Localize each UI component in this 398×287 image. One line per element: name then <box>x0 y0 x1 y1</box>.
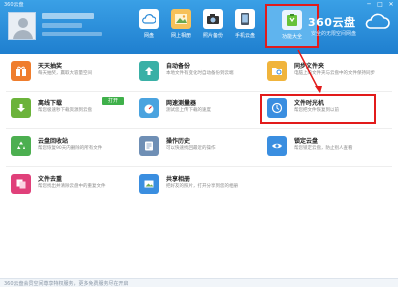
nav-label: 网上相册 <box>170 33 191 39</box>
brand-cloud-icon <box>365 13 390 29</box>
feature-card-offline-download[interactable]: 离线下载 帮您极速秒下载资源到云盘 打开 <box>6 95 134 131</box>
nav-label: 手机云盘 <box>234 33 255 39</box>
feature-card-speed-test[interactable]: 网速测量器 测试您上传下载的速度 <box>134 95 262 131</box>
nav-item-netdisk[interactable]: 网盘 <box>133 4 165 52</box>
history-icon <box>139 136 159 156</box>
card-desc: 帮您极速秒下载资源到云盘 <box>38 108 92 113</box>
card-title: 文件去重 <box>38 176 63 183</box>
user-extra-blurred <box>42 32 102 36</box>
card-title: 天天抽奖 <box>38 63 63 70</box>
card-title: 云盘回收站 <box>38 138 69 145</box>
card-desc: 本地文件有变化时自动备份到云端 <box>166 71 234 76</box>
top-nav: 网盘 网上相册 照片备份 手机云盘 功能大全 <box>133 4 319 52</box>
avatar[interactable] <box>8 12 36 40</box>
card-desc: 把好友的照片，打开分享到您的相册 <box>166 184 238 189</box>
username-blurred <box>42 13 94 19</box>
card-desc: 测试您上传下载的速度 <box>166 108 211 113</box>
feature-card-lottery[interactable]: 天天抽奖 每天抽奖，赢取大容量空间 <box>6 58 134 94</box>
card-title: 离线下载 <box>38 100 63 107</box>
speedometer-icon <box>139 98 159 118</box>
card-desc: 帮您锁定云盘，防止别人查看 <box>294 146 353 151</box>
card-title: 网速测量器 <box>166 100 197 107</box>
close-button[interactable]: ✕ <box>386 1 396 9</box>
maximize-button[interactable]: □ <box>375 1 385 9</box>
nav-label: 照片备份 <box>202 33 223 39</box>
feature-card-lock-disk[interactable]: 锁定云盘 帮您锁定云盘，防止别人查看 <box>262 133 390 169</box>
app-header: 360云盘 ─ □ ✕ 网盘 网上相册 照片备份 手机云盘 功能大全 360云盘… <box>0 0 398 54</box>
feature-card-auto-backup[interactable]: 自动备份 本地文件有变化时自动备份到云端 <box>134 58 262 94</box>
card-desc: 电脑上的文件夹与云盘中的文件保持同步 <box>294 71 375 76</box>
nav-item-photo-backup[interactable]: 照片备份 <box>197 4 229 52</box>
row-divider <box>6 91 392 92</box>
brand-name: 360云盘 <box>308 16 356 29</box>
upload-icon <box>139 61 159 81</box>
card-desc: 可以快速找回最近的操作 <box>166 146 216 151</box>
user-quota-blurred <box>42 23 82 28</box>
card-title: 锁定云盘 <box>294 138 319 145</box>
nav-item-mobile[interactable]: 手机云盘 <box>229 4 261 52</box>
card-title: 自动备份 <box>166 63 191 70</box>
card-title: 共享相册 <box>166 176 191 183</box>
feature-card-sync-folder[interactable]: 同步文件夹 电脑上的文件夹与云盘中的文件保持同步 <box>262 58 390 94</box>
minimize-button[interactable]: ─ <box>364 1 374 9</box>
brand-slogan: 安全的无限空间网盘 <box>311 31 357 37</box>
nav-label: 网盘 <box>143 33 154 39</box>
nav-item-album[interactable]: 网上相册 <box>165 4 197 52</box>
card-title: 同步文件夹 <box>294 63 325 70</box>
window-controls: ─ □ ✕ <box>364 1 396 9</box>
open-button[interactable]: 打开 <box>102 97 124 105</box>
status-text: 360云盘会员空间尊享特权服务，更多免费服务尽在开启 <box>4 281 129 287</box>
camera-icon <box>203 9 223 29</box>
avatar-head-icon <box>18 18 28 28</box>
cloud-disk-icon <box>139 9 159 29</box>
toolbox-icon <box>282 10 302 30</box>
avatar-body-icon <box>13 30 33 39</box>
row-divider <box>6 128 392 129</box>
photo-album-icon <box>171 9 191 29</box>
recycle-icon <box>11 136 31 156</box>
gift-icon <box>11 61 31 81</box>
window-title: 360云盘 <box>4 2 24 8</box>
phone-icon <box>235 9 255 29</box>
card-desc: 帮您找出并清除云盘中的重复文件 <box>38 184 106 189</box>
row-divider <box>6 166 392 167</box>
feature-card-recycle-bin[interactable]: 云盘回收站 帮您恢复90天内删除的所有文件 <box>6 133 134 169</box>
feature-card-shared-album[interactable]: 共享相册 把好友的照片，打开分享到您的相册 <box>134 171 262 207</box>
card-desc: 帮您恢复90天内删除的所有文件 <box>38 146 103 151</box>
nav-label: 功能大全 <box>281 34 302 40</box>
status-bar: 360云盘会员空间尊享特权服务，更多免费服务尽在开启 <box>0 278 398 287</box>
download-icon <box>11 98 31 118</box>
dedupe-icon <box>11 174 31 194</box>
sync-folder-icon <box>267 61 287 81</box>
card-title: 操作历史 <box>166 138 191 145</box>
shared-album-icon <box>139 174 159 194</box>
time-machine-highlight <box>260 94 376 124</box>
feature-card-history[interactable]: 操作历史 可以快速找回最近的操作 <box>134 133 262 169</box>
card-desc: 每天抽奖，赢取大容量空间 <box>38 71 92 76</box>
eye-lock-icon <box>267 136 287 156</box>
feature-card-dedupe[interactable]: 文件去重 帮您找出并清除云盘中的重复文件 <box>6 171 134 207</box>
